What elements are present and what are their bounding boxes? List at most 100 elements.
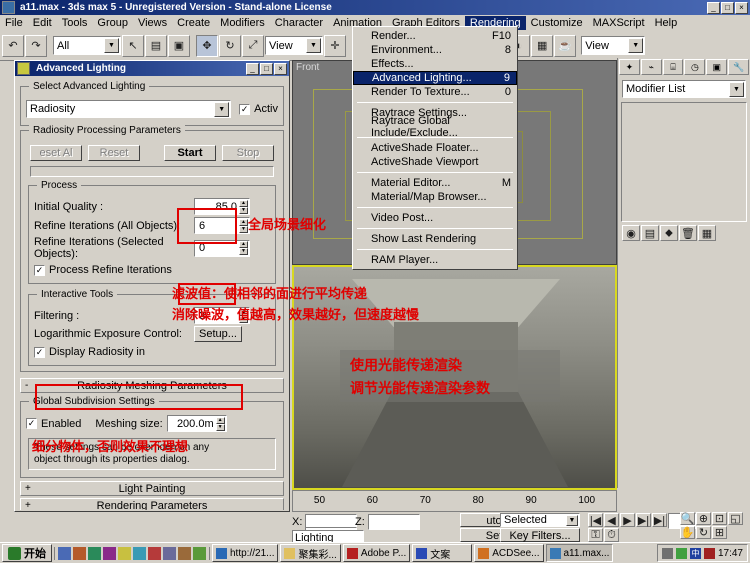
- quicklaunch-icon-3[interactable]: [88, 547, 101, 560]
- prev-frame-icon[interactable]: ◀: [604, 513, 619, 527]
- taskbar-item-acrobat[interactable]: Adobe P...: [343, 544, 410, 562]
- refine-all-spinner[interactable]: 6 ▲▼: [194, 217, 250, 234]
- menuitem-ram-player[interactable]: RAM Player...: [353, 253, 517, 267]
- zoom-extents-icon[interactable]: ⊡: [712, 512, 727, 525]
- menuitem-render-to-texture[interactable]: Render To Texture... 0: [353, 85, 517, 99]
- ch-ime-icon[interactable]: 中: [690, 548, 701, 559]
- z-field[interactable]: [368, 514, 420, 530]
- dialog-close-button[interactable]: ×: [274, 63, 287, 75]
- pin-stack-icon[interactable]: ◉: [622, 225, 640, 241]
- menuitem-effects[interactable]: Effects...: [353, 57, 517, 71]
- redo-icon[interactable]: ↷: [25, 35, 47, 57]
- goto-start-icon[interactable]: |◀: [588, 513, 603, 527]
- initial-quality-spinner[interactable]: 85.0 ▲▼: [194, 198, 250, 215]
- menu-views[interactable]: Views: [133, 16, 172, 30]
- next-frame-icon[interactable]: ▶|: [636, 513, 651, 527]
- menuitem-material-editor[interactable]: Material Editor... M: [353, 176, 517, 190]
- key-mode-icon[interactable]: ⚿: [588, 528, 603, 542]
- maximize-button[interactable]: □: [721, 2, 734, 14]
- refine-selected-down[interactable]: ▼: [239, 248, 248, 255]
- speaker-icon[interactable]: [662, 548, 673, 559]
- render-view-combo[interactable]: View ▼: [581, 36, 645, 55]
- process-refine-checkbox[interactable]: ✓: [34, 265, 45, 276]
- active-checkbox[interactable]: ✓: [239, 104, 250, 115]
- menu-maxscript[interactable]: MAXScript: [588, 16, 650, 30]
- use-pivot-icon[interactable]: ✛: [324, 35, 346, 57]
- menuitem-material-map-browser[interactable]: Material/Map Browser...: [353, 190, 517, 204]
- quicklaunch-icon-6[interactable]: [133, 547, 146, 560]
- make-unique-icon[interactable]: ⬥: [660, 225, 678, 241]
- taskbar-item-acdsee[interactable]: ACDSee...: [474, 544, 543, 562]
- enabled-checkbox[interactable]: ✓: [26, 418, 37, 429]
- key-selected-combo[interactable]: Selected ▼: [500, 513, 580, 527]
- menuitem-video-post[interactable]: Video Post...: [353, 211, 517, 225]
- rendering-dropdown-menu[interactable]: Render... F10 Environment... 8 Effects..…: [352, 26, 518, 270]
- chevron-down-icon-key[interactable]: ▼: [566, 515, 578, 526]
- modifier-stack-list[interactable]: [621, 102, 747, 222]
- chevron-down-icon-plugin[interactable]: ▼: [214, 102, 229, 117]
- menuitem-advanced-lighting[interactable]: Advanced Lighting... 9: [353, 71, 517, 85]
- pan-icon[interactable]: ✋: [680, 526, 695, 539]
- setup-button[interactable]: Setup...: [194, 326, 242, 342]
- refine-all-up[interactable]: ▲: [239, 219, 248, 226]
- undo-icon[interactable]: ↶: [2, 35, 24, 57]
- remove-modifier-icon[interactable]: 🗑: [679, 225, 697, 241]
- menu-modifiers[interactable]: Modifiers: [215, 16, 270, 30]
- menuitem-activeshade-floater[interactable]: ActiveShade Floater...: [353, 141, 517, 155]
- stop-button[interactable]: Stop: [222, 145, 274, 161]
- hierarchy-tab[interactable]: ⌸: [663, 59, 684, 75]
- menuitem-activeshade-viewport[interactable]: ActiveShade Viewport: [353, 155, 517, 169]
- refine-selected-spinner[interactable]: 0 ▲▼: [194, 240, 250, 257]
- modifier-list-combo[interactable]: Modifier List ▼: [622, 80, 746, 98]
- taskbar-item-folder[interactable]: 聚集彩...: [280, 544, 340, 562]
- selection-filter-combo[interactable]: All ▼: [53, 36, 121, 55]
- quicklaunch-icon-10[interactable]: [193, 547, 206, 560]
- zoom-icon[interactable]: 🔍: [680, 512, 695, 525]
- chevron-down-icon-2[interactable]: ▼: [306, 38, 321, 53]
- meshing-size-up[interactable]: ▲: [216, 417, 225, 424]
- quicklaunch-icon-4[interactable]: [103, 547, 116, 560]
- utilities-tab[interactable]: 🔧: [728, 59, 749, 75]
- meshing-size-down[interactable]: ▼: [216, 424, 225, 431]
- time-config-icon[interactable]: ⏱: [604, 528, 619, 542]
- track-bar[interactable]: 50 60 70 80 90 100: [292, 490, 617, 512]
- menu-edit[interactable]: Edit: [28, 16, 57, 30]
- reset-all-button[interactable]: eset Al: [30, 145, 82, 161]
- quick-render-icon[interactable]: ☕: [554, 35, 576, 57]
- meshing-size-spinner[interactable]: 200.0m ▲▼: [167, 415, 227, 432]
- show-end-result-icon[interactable]: ▤: [641, 225, 659, 241]
- quicklaunch-icon-2[interactable]: [73, 547, 86, 560]
- menu-create[interactable]: Create: [172, 16, 215, 30]
- menu-character[interactable]: Character: [270, 16, 328, 30]
- select-object-icon[interactable]: ↖: [122, 35, 144, 57]
- taskbar-item-ie[interactable]: http://21...: [212, 544, 278, 562]
- chevron-down-icon[interactable]: ▼: [104, 38, 119, 53]
- lang-icon[interactable]: [704, 548, 715, 559]
- select-and-move-icon[interactable]: ✥: [196, 35, 218, 57]
- menu-tools[interactable]: Tools: [57, 16, 93, 30]
- minimize-button[interactable]: _: [707, 2, 720, 14]
- menu-customize[interactable]: Customize: [526, 16, 588, 30]
- key-filters-button[interactable]: Key Filters...: [500, 528, 580, 542]
- display-radiosity-checkbox[interactable]: ✓: [34, 347, 45, 358]
- motion-tab[interactable]: ◷: [684, 59, 705, 75]
- taskbar-item-3dsmax[interactable]: a11.max...: [546, 544, 614, 562]
- dialog-maximize-button[interactable]: □: [260, 63, 273, 75]
- select-region-icon[interactable]: ▣: [168, 35, 190, 57]
- dialog-minimize-button[interactable]: _: [246, 63, 259, 75]
- initial-quality-up[interactable]: ▲: [239, 200, 248, 207]
- menuitem-show-last-rendering[interactable]: Show Last Rendering: [353, 232, 517, 246]
- rollup-radiosity-meshing[interactable]: - Radiosity Meshing Parameters: [20, 378, 284, 393]
- rollup-light-painting[interactable]: + Light Painting: [20, 481, 284, 496]
- select-by-name-icon[interactable]: ▤: [145, 35, 167, 57]
- arc-rotate-icon[interactable]: ↻: [696, 526, 711, 539]
- close-button[interactable]: ×: [735, 2, 748, 14]
- quicklaunch-icon-8[interactable]: [163, 547, 176, 560]
- start-button[interactable]: Start: [164, 145, 216, 161]
- menuitem-environment[interactable]: Environment... 8: [353, 43, 517, 57]
- chevron-down-icon-4[interactable]: ▼: [729, 82, 744, 97]
- select-and-scale-icon[interactable]: ⤢: [242, 35, 264, 57]
- select-and-rotate-icon[interactable]: ↻: [219, 35, 241, 57]
- menuitem-render[interactable]: Render... F10: [353, 29, 517, 43]
- menu-group[interactable]: Group: [92, 16, 133, 30]
